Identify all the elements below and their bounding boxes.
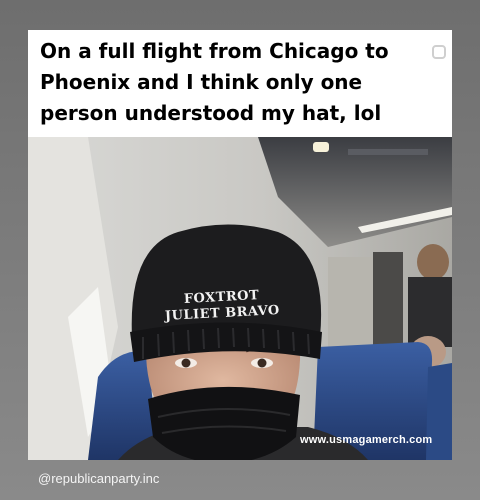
watermark-url: www.usmagamerch.com — [300, 434, 433, 446]
face-mask — [148, 386, 300, 460]
selfie-photo: FOXTROT JULIET BRAVO www.usmagamerch.com — [28, 137, 452, 460]
caption-area: On a full flight from Chicago to Phoenix… — [28, 30, 452, 137]
checkbox-icon[interactable] — [432, 45, 446, 59]
account-handle[interactable]: @republicanparty.inc — [38, 471, 159, 486]
story-screen: { "post": { "caption": "On a full flight… — [0, 0, 480, 500]
post-card: On a full flight from Chicago to Phoenix… — [28, 30, 452, 460]
post-caption: On a full flight from Chicago to Phoenix… — [40, 39, 389, 125]
